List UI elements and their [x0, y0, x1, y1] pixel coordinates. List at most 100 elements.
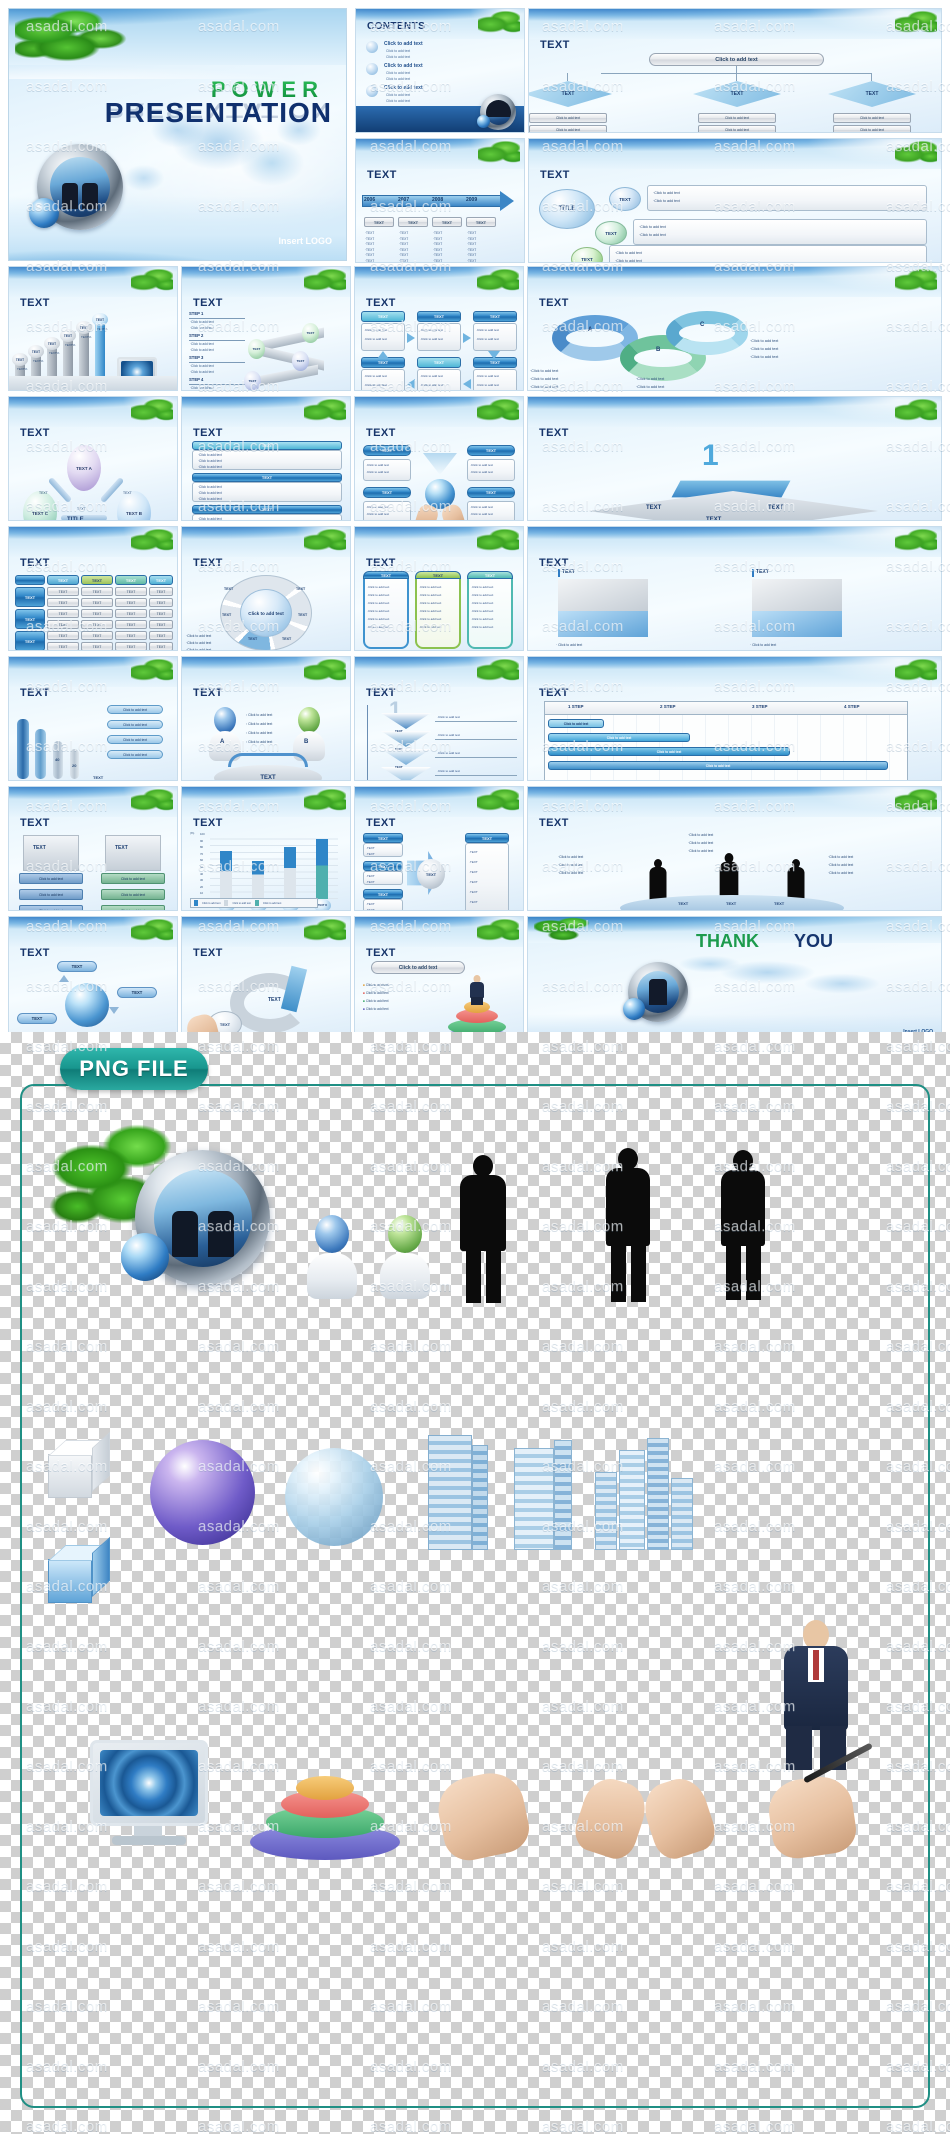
table-cell[interactable]: TEXT [149, 642, 173, 650]
radial-node-1[interactable]: TEXT [609, 187, 641, 211]
cycle-node-2[interactable]: TEXT [117, 987, 157, 998]
slide-cycle-globe[interactable]: TEXT TEXT TEXT TEXT TEXT [8, 916, 178, 1041]
slide-ab-compare[interactable]: TEXT A B ▫ Click to add text ▫ Click to a… [181, 656, 351, 781]
table-cell[interactable]: TEXT [149, 598, 173, 607]
pillar-1-row-2[interactable]: Click to add text [19, 889, 83, 900]
callout-1[interactable]: Click to add text [107, 705, 163, 714]
table-cell[interactable]: TEXT [47, 598, 79, 607]
wheel-center[interactable]: Click to add text [240, 589, 292, 637]
slide-cylinder-callouts[interactable]: TEXT Click to add text Click to add text… [8, 656, 178, 781]
cycle-node-3[interactable]: TEXT [17, 1013, 57, 1024]
slide-thank-you[interactable]: THANK YOU Insert LOGO [527, 916, 942, 1041]
radial-center-title[interactable]: TITLE [539, 189, 595, 229]
slide-steps-zigzag[interactable]: TEXT STEP 1 ·Click to add text ·Click to … [181, 266, 351, 391]
tri-node-a[interactable]: TEXT A [67, 445, 101, 491]
hg-button-1[interactable]: TEXT [363, 445, 411, 456]
org-leaf[interactable]: Click to add text [529, 113, 607, 123]
org-leaf[interactable]: Click to add text [529, 125, 607, 132]
slide-flow-lr[interactable]: TEXT TEXT ·TEXT ·TEXT TEXT ·TEXT ·TEXT TEX… [354, 786, 524, 911]
table-cell[interactable]: TEXT [81, 587, 113, 596]
callout-3[interactable]: Click to add text [107, 735, 163, 744]
table-cell[interactable]: TEXT [81, 620, 113, 629]
col-header-2[interactable]: TEXT [415, 571, 461, 579]
slide-layer-cake[interactable]: TEXT Click to add text ■ Click to add te… [354, 916, 524, 1041]
slide-triangle-nodes[interactable]: TEXT TEXT A TEXT C TEXT B TEXT TEXT TEXT… [8, 396, 178, 521]
pg-header2-2[interactable]: TEXT [417, 357, 461, 368]
slide-radial-title[interactable]: TEXT TITLE TEXT TEXT TEXT ·Click to add … [528, 138, 942, 263]
flow-left-header-3[interactable]: TEXT [363, 889, 403, 899]
slide-bar-people[interactable]: TEXT TEXT TEXT TEXT TEXT TEXT TEXT TEXT%… [8, 266, 178, 391]
table-cell[interactable]: TEXT [81, 642, 113, 650]
table-cell[interactable]: TEXT [47, 587, 79, 596]
slide-title[interactable]: POWER PRESENTATION PRESENTATION Insert L… [8, 8, 347, 261]
tri-node-c[interactable]: TEXT C [23, 491, 57, 520]
sp-header-2[interactable]: TEXT [192, 473, 342, 482]
slide-rings-abc[interactable]: TEXT A B C ·Click to add text ·Click to a… [527, 266, 942, 391]
table-col-header-3[interactable]: TEXT [115, 575, 147, 585]
table-cell[interactable]: TEXT [47, 631, 79, 640]
col-header-3[interactable]: TEXT [467, 571, 513, 579]
pillar-1-row-1[interactable]: Click to add text [19, 873, 83, 884]
flow-right-header[interactable]: TEXT [465, 833, 509, 843]
table-cell[interactable]: TEXT [81, 598, 113, 607]
timeline-box-2[interactable]: TEXT [398, 217, 428, 227]
slide-three-columns[interactable]: TEXT TEXT ·Click to add text ·Click to ad… [354, 526, 524, 651]
slide-hands-globe[interactable]: TEXT TEXT TEXT ·Click to add text ·Click … [354, 396, 524, 521]
insert-logo-placeholder[interactable]: Insert LOGO [278, 236, 332, 246]
slide-wheel[interactable]: TEXT Click to add text TEXT TEXT TEXT TE… [181, 526, 351, 651]
slide-combo-chart[interactable]: TEXT (%) 1009080706050403020100 TEXT A T… [181, 786, 351, 911]
org-leaf[interactable]: Click to add text [698, 125, 776, 132]
pg-header-2[interactable]: TEXT [417, 311, 461, 322]
table-cell[interactable]: TEXT [149, 587, 173, 596]
table-row-header-2[interactable]: TEXT [15, 609, 45, 629]
timeline-box-3[interactable]: TEXT [432, 217, 462, 227]
pillar-1-row-3[interactable]: Click to add text [19, 905, 83, 910]
callout-2[interactable]: Click to add text [107, 720, 163, 729]
radial-panel-2[interactable] [633, 219, 927, 245]
table-cell[interactable]: TEXT [115, 642, 147, 650]
tri-node-b[interactable]: TEXT B [117, 491, 151, 520]
gantt-bar-3[interactable]: Click to add text [548, 747, 790, 756]
table-cell[interactable]: TEXT [149, 620, 173, 629]
flow-left-header-2[interactable]: TEXT [363, 861, 403, 871]
radial-node-2[interactable]: TEXT [595, 221, 627, 245]
pg-header-1[interactable]: TEXT [361, 311, 405, 322]
slide-podium-one[interactable]: TEXT 1 TEXT TEXT TEXT [527, 396, 942, 521]
org-node-1[interactable]: TEXT [529, 81, 612, 107]
slide-silhouettes[interactable]: TEXT ·Click to add text ·Click to add tex… [527, 786, 942, 911]
pg-header-3[interactable]: TEXT [473, 311, 517, 322]
table-col-header-4[interactable]: TEXT [149, 575, 173, 585]
slide-hand-magnifier[interactable]: TEXT TEXT TEXT [181, 916, 351, 1041]
zigzag-node[interactable]: TEXT [292, 351, 309, 371]
table-col-header-2[interactable]: TEXT [81, 575, 113, 585]
table-cell[interactable]: TEXT [149, 631, 173, 640]
org-node-3[interactable]: TEXT [828, 81, 916, 107]
cycle-node-1[interactable]: TEXT [57, 961, 97, 972]
gantt-bar-1[interactable]: Click to add text [548, 719, 604, 728]
slide-chevron-stack[interactable]: TEXT 1 TEXT TEXT TEXT TEXT ·Click to add… [354, 656, 524, 781]
radial-node-3[interactable]: TEXT [571, 247, 603, 262]
radial-panel-1[interactable] [647, 185, 927, 211]
pillar-2-row-2[interactable]: Click to add text [101, 889, 165, 900]
table-cell[interactable]: TEXT [115, 598, 147, 607]
slide-buildings[interactable]: TEXT TEXT TEXT · Click to add text · Clic… [527, 526, 942, 651]
sp-header-1[interactable]: TEXT [192, 441, 342, 450]
pillar-2-row-3[interactable]: Click to add text [101, 905, 165, 910]
gantt-bar-2[interactable]: Click to add text [548, 733, 690, 742]
hg-button-2[interactable]: TEXT [467, 445, 515, 456]
org-node-2[interactable]: TEXT [693, 81, 781, 107]
org-leaf[interactable]: Click to add text [833, 125, 911, 132]
col-header-1[interactable]: TEXT [363, 571, 409, 579]
hg-button-4[interactable]: TEXT [467, 487, 515, 498]
timeline-box-4[interactable]: TEXT [466, 217, 496, 227]
org-leaf[interactable]: Click to add text [833, 113, 911, 123]
table-cell[interactable]: TEXT [115, 620, 147, 629]
table-row-header-1[interactable]: TEXT [15, 587, 45, 607]
table-cell[interactable]: TEXT [149, 609, 173, 618]
slide-stacked-panels[interactable]: TEXT TEXT ·Click to add text ·Click to ad… [181, 396, 351, 521]
table-cell[interactable]: TEXT [81, 609, 113, 618]
table-cell[interactable]: TEXT [115, 631, 147, 640]
callout-4[interactable]: Click to add text [107, 750, 163, 759]
sp-header-3[interactable]: TEXT [192, 505, 342, 514]
table-col-header-1[interactable]: TEXT [47, 575, 79, 585]
